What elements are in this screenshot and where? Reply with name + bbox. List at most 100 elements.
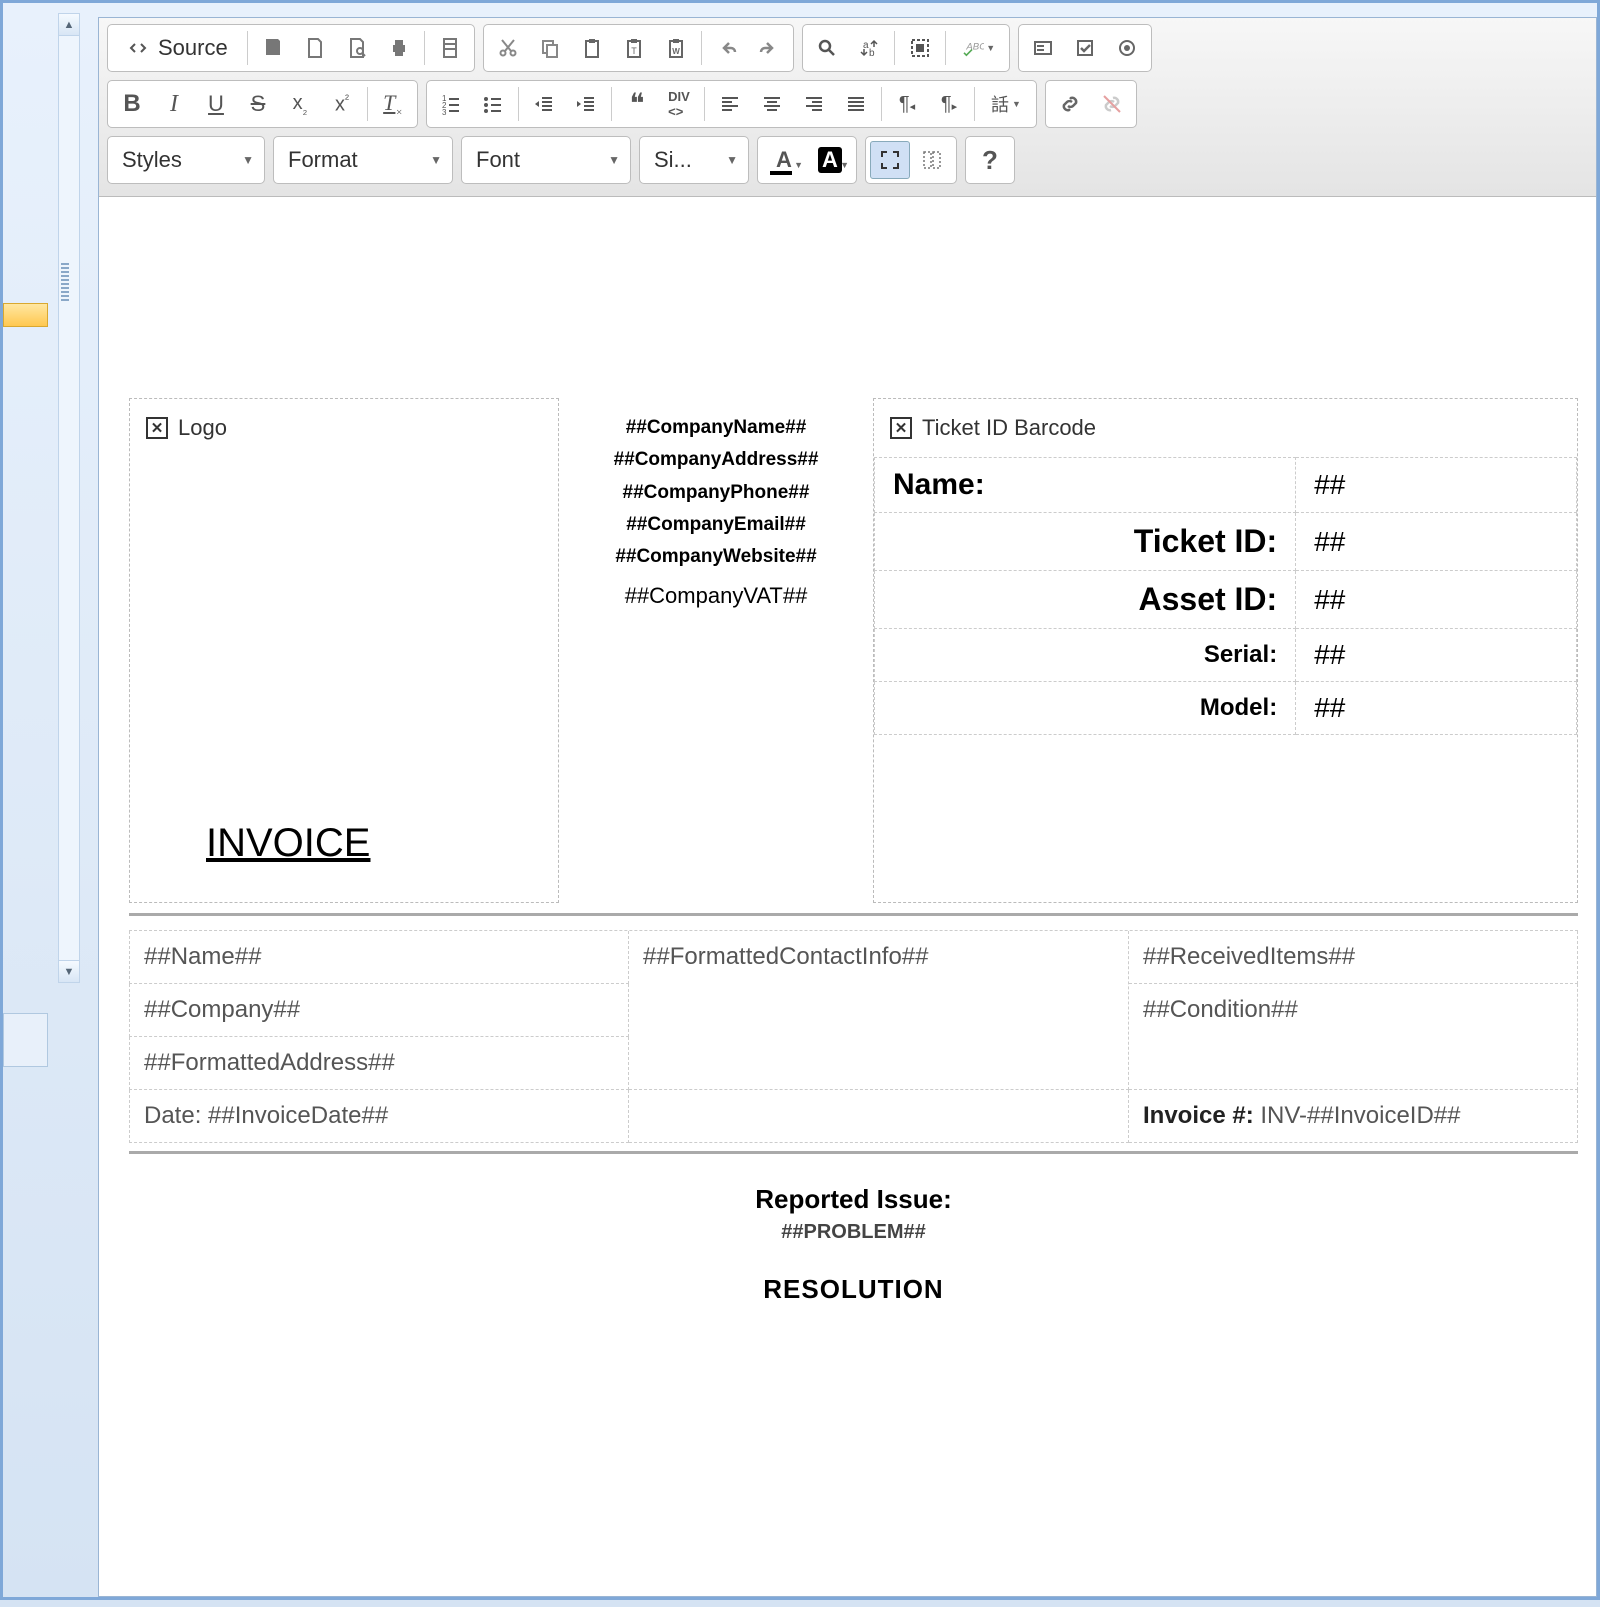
outdent-button[interactable] xyxy=(524,85,564,123)
preview-button[interactable] xyxy=(337,29,377,67)
numbered-list-icon: 123 xyxy=(439,92,463,116)
condition: ##Condition## xyxy=(1129,984,1578,1090)
resolution-heading: RESOLUTION xyxy=(129,1274,1578,1305)
rtl-icon: ¶▸ xyxy=(941,93,957,116)
text-color-button[interactable]: A▼ xyxy=(762,141,806,179)
active-tab-indicator[interactable] xyxy=(3,303,48,327)
align-justify-icon xyxy=(844,92,868,116)
quote-icon: ❝ xyxy=(629,87,644,121)
format-dropdown[interactable]: Format▼ xyxy=(273,136,453,184)
issue-section: Reported Issue: ##PROBLEM## RESOLUTION xyxy=(129,1184,1578,1305)
size-dropdown[interactable]: Si...▼ xyxy=(639,136,749,184)
show-blocks-icon xyxy=(920,148,944,172)
bullet-list-button[interactable] xyxy=(473,85,513,123)
ltr-icon: ¶◂ xyxy=(899,93,915,116)
radio-button[interactable] xyxy=(1107,29,1147,67)
blank-cell xyxy=(629,1090,1129,1143)
barcode-placeholder: ✕ Ticket ID Barcode xyxy=(874,399,1112,457)
side-scrollbar[interactable]: ▲ ▼ xyxy=(58,13,80,983)
div-button[interactable]: DIV<> xyxy=(659,85,699,123)
print-button[interactable] xyxy=(379,29,419,67)
chevron-down-icon: ▼ xyxy=(726,153,738,167)
align-center-button[interactable] xyxy=(752,85,792,123)
new-page-button[interactable] xyxy=(295,29,335,67)
paste-word-button[interactable]: W xyxy=(656,29,696,67)
strike-icon: S xyxy=(251,91,266,117)
redo-button[interactable] xyxy=(749,29,789,67)
maximize-button[interactable] xyxy=(870,141,910,179)
spellcheck-icon: ABC xyxy=(960,36,984,60)
scroll-up-icon[interactable]: ▲ xyxy=(59,14,79,36)
blockquote-button[interactable]: ❝ xyxy=(617,85,657,123)
undo-button[interactable] xyxy=(707,29,747,67)
bg-color-button[interactable]: A▼ xyxy=(808,141,852,179)
cut-button[interactable] xyxy=(488,29,528,67)
find-button[interactable] xyxy=(807,29,847,67)
show-blocks-button[interactable] xyxy=(912,141,952,179)
underline-button[interactable]: U xyxy=(196,85,236,123)
unlink-button[interactable] xyxy=(1092,85,1132,123)
company-info: ##CompanyName## ##CompanyAddress## ##Com… xyxy=(571,398,861,903)
replace-icon: ab xyxy=(857,36,881,60)
editor-canvas[interactable]: ✕ Logo INVOICE ##CompanyName## ##Company… xyxy=(99,368,1596,1596)
remove-format-button[interactable]: T× xyxy=(373,85,413,123)
splitter-handle[interactable] xyxy=(61,263,69,303)
link-icon xyxy=(1058,92,1082,116)
numbered-list-button[interactable]: 123 xyxy=(431,85,471,123)
strike-button[interactable]: S xyxy=(238,85,278,123)
ltr-button[interactable]: ¶◂ xyxy=(887,85,927,123)
templates-button[interactable] xyxy=(430,29,470,67)
company-phone: ##CompanyPhone## xyxy=(577,477,855,509)
link-button[interactable] xyxy=(1050,85,1090,123)
cut-icon xyxy=(496,36,520,60)
company-website: ##CompanyWebsite## xyxy=(577,541,855,573)
received-items: ##ReceivedItems## xyxy=(1129,931,1578,984)
text-color-icon: A xyxy=(776,147,792,173)
align-right-button[interactable] xyxy=(794,85,834,123)
styles-dropdown[interactable]: Styles▼ xyxy=(107,136,265,184)
save-button[interactable] xyxy=(253,29,293,67)
replace-button[interactable]: ab xyxy=(849,29,889,67)
logo-cell: ✕ Logo INVOICE xyxy=(129,398,559,903)
align-left-button[interactable] xyxy=(710,85,750,123)
ckeditor-pane: Source T W xyxy=(98,17,1597,1597)
panel-button[interactable] xyxy=(3,1013,48,1067)
font-dropdown[interactable]: Font▼ xyxy=(461,136,631,184)
italic-button[interactable]: I xyxy=(154,85,194,123)
bold-icon: B xyxy=(123,90,140,118)
name-value: ## xyxy=(1296,458,1577,513)
unlink-icon xyxy=(1100,92,1124,116)
paste-icon xyxy=(580,36,604,60)
spellcheck-button[interactable]: ABC▼ xyxy=(951,29,1005,67)
source-button[interactable]: Source xyxy=(112,29,242,67)
bullet-list-icon xyxy=(481,92,505,116)
customer-address: ##FormattedAddress## xyxy=(129,1037,629,1090)
svg-text:T: T xyxy=(631,46,637,56)
customer-info-grid: ##Name## ##FormattedContactInfo## ##Rece… xyxy=(129,930,1578,1143)
rtl-button[interactable]: ¶▸ xyxy=(929,85,969,123)
broken-image-icon: ✕ xyxy=(890,417,912,439)
company-name: ##CompanyName## xyxy=(577,412,855,444)
align-justify-button[interactable] xyxy=(836,85,876,123)
undo-icon xyxy=(715,36,739,60)
select-all-button[interactable] xyxy=(900,29,940,67)
subscript-button[interactable]: x₂ xyxy=(280,85,320,123)
help-button[interactable]: ? xyxy=(970,141,1010,179)
indent-button[interactable] xyxy=(566,85,606,123)
paste-button[interactable] xyxy=(572,29,612,67)
scroll-down-icon[interactable]: ▼ xyxy=(59,960,79,982)
bold-button[interactable]: B xyxy=(112,85,152,123)
language-button[interactable]: 話▼ xyxy=(980,85,1032,123)
copy-button[interactable] xyxy=(530,29,570,67)
checkbox-button[interactable] xyxy=(1065,29,1105,67)
div-icon: DIV<> xyxy=(668,89,690,119)
align-left-icon xyxy=(718,92,742,116)
asset-id-value: ## xyxy=(1296,571,1577,629)
serial-value: ## xyxy=(1296,629,1577,682)
company-address: ##CompanyAddress## xyxy=(577,444,855,476)
form-button[interactable] xyxy=(1023,29,1063,67)
paste-text-button[interactable]: T xyxy=(614,29,654,67)
superscript-button[interactable]: x² xyxy=(322,85,362,123)
redo-icon xyxy=(757,36,781,60)
remove-format-icon: T× xyxy=(383,90,403,118)
